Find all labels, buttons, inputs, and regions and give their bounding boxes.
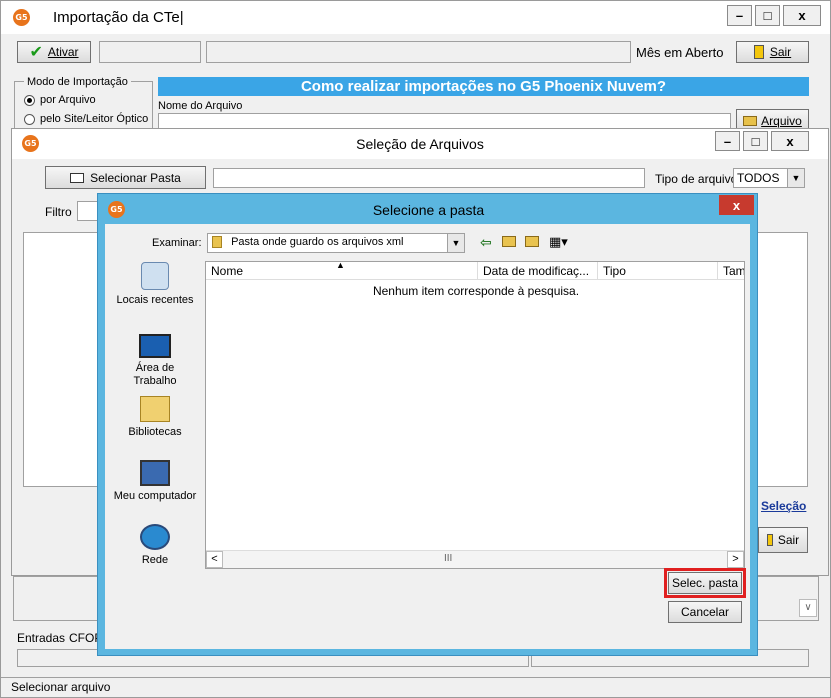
back-arrow-icon[interactable]: ⇦: [480, 234, 492, 251]
libraries-icon: [140, 396, 170, 422]
selecao-link[interactable]: Seleção: [761, 499, 806, 513]
toolbar-panel-1: [99, 41, 201, 63]
new-folder-icon[interactable]: [525, 236, 539, 247]
selecao-maximize-button[interactable]: □: [743, 131, 768, 151]
mes-em-aberto-status: Mês em Aberto: [636, 45, 724, 60]
column-header-tamanho[interactable]: Tam: [718, 262, 744, 280]
selecao-close-button[interactable]: x: [771, 131, 809, 151]
place-network[interactable]: Rede: [110, 524, 200, 566]
desktop-icon: [139, 334, 171, 358]
recent-places-icon: [141, 262, 169, 290]
folder-icon: [212, 236, 222, 249]
horizontal-scrollbar[interactable]: < III >: [206, 550, 744, 568]
filtro-label: Filtro: [45, 205, 72, 219]
scroll-thumb[interactable]: III: [444, 553, 452, 564]
empty-message: Nenhum item corresponde à pesquisa.: [372, 284, 580, 298]
selecao-window-title: Seleção de Arquivos: [356, 136, 484, 152]
folder-dialog: G5 Selecione a pasta x Examinar: Pasta o…: [97, 193, 758, 656]
scroll-left-icon[interactable]: <: [206, 551, 223, 568]
cancel-button[interactable]: Cancelar: [668, 601, 742, 623]
status-bar: Selecionar arquivo: [1, 677, 830, 697]
exit-door-icon: [753, 45, 764, 59]
folder-file-list[interactable]: Nome ▲ Data de modificaç... Tipo Tam Nen…: [205, 261, 745, 569]
selecao-minimize-button[interactable]: –: [715, 131, 740, 151]
close-button[interactable]: x: [783, 5, 821, 26]
place-computer[interactable]: Meu computador: [110, 460, 200, 502]
computer-icon: [140, 460, 170, 486]
scroll-down-icon[interactable]: ∨: [799, 599, 817, 617]
up-folder-icon[interactable]: [502, 236, 516, 247]
select-folder-button[interactable]: Selec. pasta: [668, 572, 742, 594]
checkmark-icon: ✔: [29, 44, 43, 61]
modo-importacao-legend: Modo de Importação: [24, 76, 131, 88]
column-header-nome[interactable]: Nome ▲: [206, 262, 478, 280]
maximize-button[interactable]: □: [755, 5, 780, 26]
file-name-label: Nome do Arquivo: [158, 100, 243, 112]
radio-por-arquivo[interactable]: por Arquivo: [24, 94, 96, 106]
folder-path-input[interactable]: [213, 168, 645, 188]
help-banner[interactable]: Como realizar importações no G5 Phoenix …: [158, 77, 809, 96]
selecionar-pasta-button[interactable]: Selecionar Pasta: [45, 166, 206, 189]
sort-ascending-icon: ▲: [336, 261, 345, 270]
column-header-tipo[interactable]: Tipo: [598, 262, 718, 280]
sair-button[interactable]: Sair: [736, 41, 809, 63]
column-header-data[interactable]: Data de modificaç...: [478, 262, 598, 280]
open-folder-icon: [743, 116, 758, 126]
radio-pelo-site[interactable]: pelo Site/Leitor Óptico: [24, 113, 148, 125]
app-logo-icon: G5: [13, 9, 30, 26]
selecao-title-bar: G5 Seleção de Arquivos – □ x: [12, 129, 828, 159]
examinar-select[interactable]: Pasta onde guardo os arquivos xml ▼: [207, 233, 465, 253]
folder-open-icon: [70, 172, 85, 183]
folder-dialog-title: Selecione a pasta: [372, 202, 485, 218]
entradas-label: Entradas: [17, 631, 66, 645]
folder-dialog-body: Examinar: Pasta onde guardo os arquivos …: [105, 224, 750, 649]
dropdown-arrow-icon: ▼: [787, 169, 804, 187]
ativar-button[interactable]: ✔ Ativar: [17, 41, 91, 63]
place-libraries[interactable]: Bibliotecas: [110, 396, 200, 438]
scroll-right-icon[interactable]: >: [727, 551, 744, 568]
place-recent[interactable]: Locais recentes: [110, 262, 200, 306]
view-menu-icon[interactable]: ▦▾: [549, 234, 568, 250]
examinar-label: Examinar:: [152, 237, 202, 249]
filtro-input[interactable]: [77, 201, 99, 221]
selecao-sair-button[interactable]: Sair: [758, 527, 808, 553]
network-icon: [140, 524, 170, 550]
main-title-bar: G5 Importação da CTe| – □ x: [1, 1, 830, 34]
place-desktop[interactable]: Área de Trabalho: [110, 334, 200, 388]
dropdown-arrow-icon: ▼: [447, 234, 464, 252]
folder-dialog-close-button[interactable]: x: [719, 195, 754, 215]
tipo-arquivo-label: Tipo de arquivo: [655, 172, 738, 186]
minimize-button[interactable]: –: [727, 5, 752, 26]
main-window-title: Importação da CTe|: [53, 9, 184, 26]
exit-door-icon: [766, 534, 773, 546]
toolbar-panel-2: [206, 41, 631, 63]
tipo-arquivo-select[interactable]: TODOS ▼: [733, 168, 805, 188]
